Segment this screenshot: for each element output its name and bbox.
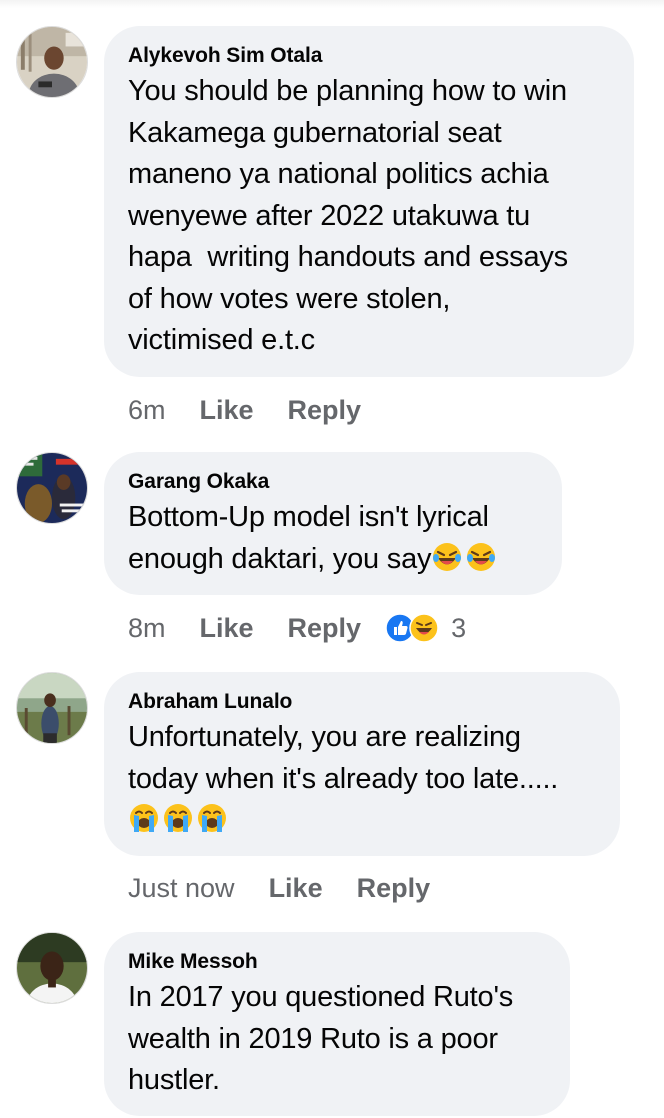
comment-author[interactable]: Alykevoh Sim Otala: [128, 44, 610, 68]
laughing-face-icon: [431, 541, 463, 573]
comment-text-line: Unfortunately, you are realizing: [128, 721, 521, 753]
loudly-crying-face-icon: [162, 802, 194, 834]
comment-text-line: hapa writing handouts and essays: [128, 241, 568, 273]
laughing-face-icon: [465, 541, 497, 573]
comment-bubble: Mike Messoh In 2017 you questioned Ruto'…: [104, 932, 570, 1116]
reply-button[interactable]: Reply: [357, 873, 431, 904]
comment-bubble: Alykevoh Sim Otala You should be plannin…: [104, 26, 634, 377]
comment-text-line: maneno ya national politics achia: [128, 158, 549, 190]
comment-text-line: wealth in 2019 Ruto is a poor: [128, 1022, 498, 1055]
comment-text: In 2017 you questioned Ruto's wealth in …: [128, 977, 546, 1102]
comment-text-line: enough daktari, you say: [128, 539, 538, 581]
comment-text: Bottom-Up model isn't lyrical enough dak…: [128, 497, 538, 580]
comment-author[interactable]: Mike Messoh: [128, 950, 546, 974]
reaction-count: 3: [451, 612, 467, 643]
comment-bubble: Abraham Lunalo Unfortunately, you are re…: [104, 672, 620, 856]
haha-reaction-icon: [409, 613, 439, 643]
comment-text-line: of how votes were stolen,: [128, 282, 451, 315]
comment-actions: 8m Like Reply 3: [128, 608, 466, 648]
loudly-crying-face-icon: [128, 802, 160, 834]
reactions-summary[interactable]: 3: [385, 613, 466, 644]
comment-text-line: wenyewe after 2022 utakuwa tu: [128, 199, 531, 232]
comment-author[interactable]: Garang Okaka: [128, 470, 538, 494]
like-button[interactable]: Like: [200, 613, 254, 644]
comment-bubble: Garang Okaka Bottom-Up model isn't lyric…: [104, 452, 562, 595]
comment-timestamp[interactable]: 6m: [128, 395, 166, 426]
reply-button[interactable]: Reply: [288, 613, 362, 644]
comment-text-line: Kakamega gubernatorial seat: [128, 116, 502, 149]
comment-text-line: Bottom-Up model isn't lyrical: [128, 501, 489, 533]
like-button[interactable]: Like: [200, 395, 254, 426]
reply-button[interactable]: Reply: [288, 395, 362, 426]
avatar[interactable]: [16, 452, 88, 524]
avatar[interactable]: [16, 26, 88, 98]
avatar[interactable]: [16, 672, 88, 744]
comment-actions: Just now Like Reply: [128, 868, 464, 908]
comment-author[interactable]: Abraham Lunalo: [128, 690, 596, 714]
like-button[interactable]: Like: [269, 873, 323, 904]
comment-text-line: hustler.: [128, 1064, 220, 1096]
comment-text-line: In 2017 you questioned Ruto's: [128, 981, 514, 1013]
comment-text-line: today when it's already too late.....: [128, 762, 559, 795]
scroll-edge: [0, 0, 664, 8]
comment-text-line: You should be planning how to win: [128, 75, 567, 107]
comment-text: Unfortunately, you are realizing today w…: [128, 717, 596, 842]
avatar[interactable]: [16, 932, 88, 1004]
comment-text: You should be planning how to win Kakame…: [128, 71, 610, 362]
comment-text-segment: enough daktari, you say: [128, 542, 432, 575]
comment-timestamp[interactable]: 8m: [128, 613, 166, 644]
comment-timestamp[interactable]: Just now: [128, 873, 235, 904]
comment-actions: 6m Like Reply: [128, 390, 395, 430]
comment-emoji-line: [128, 800, 596, 842]
loudly-crying-face-icon: [196, 802, 228, 834]
comment-text-line: victimised e.t.c: [128, 324, 315, 356]
